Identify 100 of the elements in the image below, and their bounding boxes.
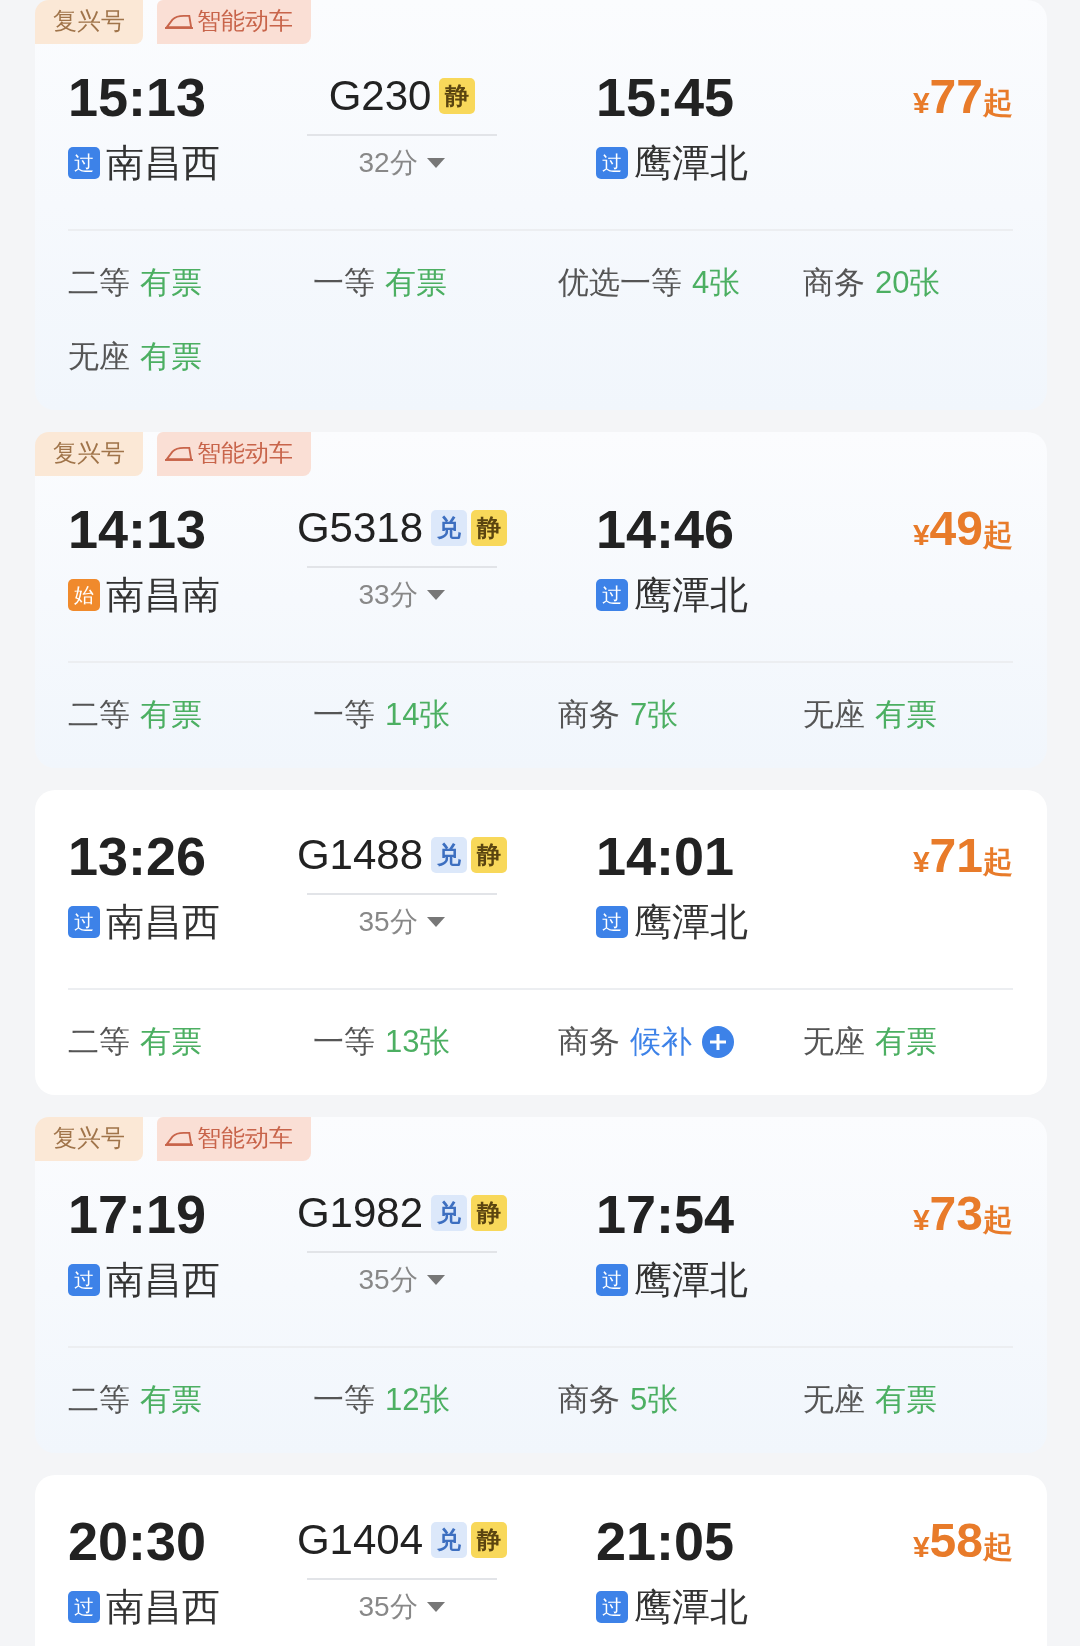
duration: 32分 <box>358 146 418 180</box>
train-tag: 复兴号 <box>35 432 143 476</box>
price: 58 <box>929 1513 983 1569</box>
seat-availability: 有票 <box>385 264 447 302</box>
arrival-station: 鹰潭北 <box>634 572 748 618</box>
seat-availability: 14张 <box>385 696 451 734</box>
station-badge: 过 <box>68 1264 100 1296</box>
train-card[interactable]: 20:30 过 南昌西 G1404 兑 静 35分 21:05 过 鹰潭北 ¥58起 <box>35 1475 1047 1646</box>
seat-availability: 有票 <box>140 696 202 734</box>
train-number: G230 <box>328 72 432 120</box>
station-badge: 过 <box>596 906 628 938</box>
seat-class: 商务 <box>803 264 865 302</box>
train-badge: 静 <box>471 1522 508 1558</box>
seat-class: 优选一等 <box>558 264 682 302</box>
seat-class: 无座 <box>803 1023 865 1061</box>
currency-sign: ¥ <box>912 86 930 121</box>
train-card[interactable]: 复兴号 智能动车 14:13 始 南昌南 G5318 兑 静 33分 14:46 过 鹰潭北 ¥49起 二等 有票 一等 14张 商务 7张 无座 有票 <box>35 432 1047 768</box>
departure-time: 13:26 <box>68 825 208 888</box>
seat-class: 一等 <box>313 1023 375 1061</box>
caret-icon[interactable] <box>425 157 446 169</box>
seat-class: 一等 <box>313 264 375 302</box>
price-suffix: 起 <box>983 86 1013 121</box>
seat-availability: 13张 <box>385 1023 451 1061</box>
arrival-station: 鹰潭北 <box>634 140 748 186</box>
station-badge: 过 <box>596 147 628 179</box>
arrival-time: 14:46 <box>596 498 736 561</box>
departure-station: 南昌西 <box>106 899 220 945</box>
seat-availability: 7张 <box>630 696 679 734</box>
caret-icon[interactable] <box>425 1274 446 1286</box>
price: 77 <box>929 69 983 125</box>
plus-icon[interactable] <box>702 1026 734 1058</box>
seat-availability: 5张 <box>630 1381 679 1419</box>
departure-time: 17:19 <box>68 1183 208 1246</box>
train-tag: 复兴号 <box>35 0 143 44</box>
departure-time: 20:30 <box>68 1510 208 1573</box>
train-number: G5318 <box>296 504 424 552</box>
price: 73 <box>929 1186 983 1242</box>
arrival-time: 17:54 <box>596 1183 736 1246</box>
train-number: G1982 <box>296 1189 424 1237</box>
train-number: G1488 <box>296 831 424 879</box>
seat-availability: 有票 <box>140 338 202 376</box>
train-card[interactable]: 复兴号 智能动车 15:13 过 南昌西 G230 静 32分 15:45 过 鹰潭北 ¥77起 二等 有票 一等 有票 优选一等 4张 商务 20张 无座 有票 <box>35 0 1047 410</box>
arrival-station: 鹰潭北 <box>634 1257 748 1303</box>
seat-availability: 有票 <box>875 1023 937 1061</box>
seat-availability: 有票 <box>140 264 202 302</box>
train-badge: 静 <box>471 510 508 546</box>
departure-time: 14:13 <box>68 498 208 561</box>
station-badge: 过 <box>596 1591 628 1623</box>
train-icon <box>165 445 193 461</box>
seat-class: 二等 <box>68 1023 130 1061</box>
train-badge: 兑 <box>431 510 468 546</box>
train-badge: 静 <box>439 78 476 114</box>
train-tag: 智能动车 <box>157 1117 311 1161</box>
currency-sign: ¥ <box>912 1530 930 1565</box>
departure-station: 南昌西 <box>106 140 220 186</box>
departure-station: 南昌西 <box>106 1257 220 1303</box>
seat-class: 商务 <box>558 1023 620 1061</box>
seat-availability: 候补 <box>630 1023 692 1061</box>
seat-availability: 有票 <box>140 1023 202 1061</box>
departure-station: 南昌西 <box>106 1584 220 1630</box>
price-suffix: 起 <box>983 1203 1013 1238</box>
seat-availability: 20张 <box>875 264 941 302</box>
seat-class: 商务 <box>558 1381 620 1419</box>
seat-availability: 12张 <box>385 1381 451 1419</box>
seat-class: 无座 <box>803 696 865 734</box>
seat-class: 商务 <box>558 696 620 734</box>
train-tag: 智能动车 <box>157 0 311 44</box>
duration: 33分 <box>358 578 418 612</box>
departure-station: 南昌南 <box>106 572 220 618</box>
station-badge: 过 <box>596 579 628 611</box>
arrival-station: 鹰潭北 <box>634 899 748 945</box>
train-badge: 兑 <box>431 1195 468 1231</box>
train-tag: 复兴号 <box>35 1117 143 1161</box>
departure-time: 15:13 <box>68 66 208 129</box>
train-icon <box>165 1130 193 1146</box>
train-badge: 静 <box>471 837 508 873</box>
currency-sign: ¥ <box>912 1203 930 1238</box>
train-number: G1404 <box>296 1516 424 1564</box>
train-card[interactable]: 复兴号 智能动车 17:19 过 南昌西 G1982 兑 静 35分 17:54 过 鹰潭北 ¥73起 二等 有票 一等 12张 商务 5张 无座 有票 <box>35 1117 1047 1453</box>
seat-availability: 4张 <box>692 264 741 302</box>
duration: 35分 <box>358 1590 418 1624</box>
train-card[interactable]: 13:26 过 南昌西 G1488 兑 静 35分 14:01 过 鹰潭北 ¥71起 二等 有票 一等 13张 商务 候补 无座 有票 <box>35 790 1047 1095</box>
train-badge: 静 <box>471 1195 508 1231</box>
price-suffix: 起 <box>983 845 1013 880</box>
seat-class: 二等 <box>68 696 130 734</box>
seat-class: 一等 <box>313 696 375 734</box>
price-suffix: 起 <box>983 1530 1013 1565</box>
caret-icon[interactable] <box>425 1601 446 1613</box>
seat-class: 无座 <box>803 1381 865 1419</box>
seat-class: 二等 <box>68 264 130 302</box>
caret-icon[interactable] <box>425 589 446 601</box>
train-icon <box>165 13 193 29</box>
duration: 35分 <box>358 1263 418 1297</box>
caret-icon[interactable] <box>425 916 446 928</box>
price: 71 <box>929 828 983 884</box>
station-badge: 过 <box>68 906 100 938</box>
train-badge: 兑 <box>431 837 468 873</box>
seat-availability: 有票 <box>875 696 937 734</box>
currency-sign: ¥ <box>912 845 930 880</box>
arrival-time: 21:05 <box>596 1510 736 1573</box>
